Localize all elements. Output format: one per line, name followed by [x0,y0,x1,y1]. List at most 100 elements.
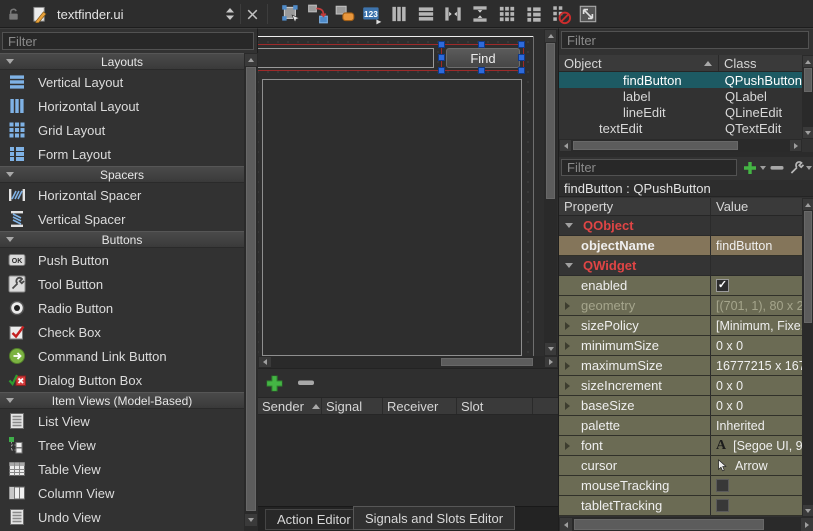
selection-handle[interactable] [478,41,485,48]
selection-handle[interactable] [518,54,525,61]
section-header-layouts[interactable]: Layouts [0,53,244,70]
property-value-cell[interactable]: [(701, 1), 80 x 24] [711,296,802,315]
widget-item-grid-layout[interactable]: Grid Layout [0,118,244,142]
scroll-down-button[interactable] [245,514,257,526]
scrollbar-thumb[interactable] [573,141,738,150]
property-row-objectname[interactable]: objectNamefindButton [559,236,802,256]
object-row-label[interactable]: labelQLabel [559,88,802,104]
edit-signals-slots-icon[interactable] [307,3,329,25]
property-value-cell[interactable]: Arrow [711,456,802,475]
widget-item-table-view[interactable]: Table View [0,457,244,481]
scrollbar-thumb[interactable] [804,211,812,323]
column-header-class[interactable]: Class [719,55,802,71]
column-header-slot[interactable]: Slot [457,398,533,414]
expand-icon[interactable] [565,362,570,370]
property-row-maximumsize[interactable]: maximumSize16777215 x 1677.. [559,356,802,376]
scrollbar-thumb[interactable] [246,67,256,511]
selection-handle[interactable] [478,67,485,74]
section-header-item-views-model-based[interactable]: Item Views (Model-Based) [0,392,244,409]
section-header-buttons[interactable]: Buttons [0,231,244,248]
property-filter-input[interactable] [561,159,737,176]
property-value-cell[interactable] [711,476,802,495]
scroll-up-button[interactable] [545,30,556,42]
property-value-cell[interactable]: Inherited [711,416,802,435]
layout-vertically-icon[interactable] [415,3,437,25]
property-editor-vscrollbar[interactable] [802,198,813,517]
property-value-cell[interactable]: 0 x 0 [711,376,802,395]
widget-item-vertical-layout[interactable]: Vertical Layout [0,70,244,94]
widget-item-horizontal-spacer[interactable]: Horizontal Spacer [0,183,244,207]
scrollbar-thumb[interactable] [546,43,555,199]
property-row-geometry[interactable]: geometry[(701, 1), 80 x 24] [559,296,802,316]
expand-icon[interactable] [565,442,570,450]
property-row-tablettracking[interactable]: tabletTracking [559,496,802,516]
property-row-cursor[interactable]: cursorArrow [559,456,802,476]
scroll-down-button[interactable] [545,343,556,355]
scrollbar-thumb[interactable] [441,358,533,366]
line-edit-widget[interactable] [258,48,434,68]
widget-item-dialog-button-box[interactable]: Dialog Button Box [0,368,244,392]
collapse-icon[interactable] [565,263,573,268]
property-row-minimumsize[interactable]: minimumSize0 x 0 [559,336,802,356]
selection-handle[interactable] [438,67,445,74]
widget-item-list-view[interactable]: List View [0,409,244,433]
property-row-mousetracking[interactable]: mouseTracking [559,476,802,496]
property-editor-hscrollbar[interactable] [559,517,813,531]
column-header-value[interactable]: Value [711,198,802,215]
checkbox-unchecked-icon[interactable] [716,479,729,492]
layout-vertical-splitter-icon[interactable] [469,3,491,25]
scroll-right-button[interactable] [545,357,557,367]
add-connection-button[interactable] [264,373,285,394]
object-inspector-header[interactable]: Object Class [559,55,802,72]
expand-icon[interactable] [565,342,570,350]
canvas-horizontal-scrollbar[interactable] [258,356,558,368]
widget-item-tree-view[interactable]: Tree View [0,433,244,457]
scroll-down-button[interactable] [803,127,813,138]
scroll-up-button[interactable] [803,56,813,67]
edit-tab-order-icon[interactable]: 123 [361,3,383,25]
document-switcher-icon[interactable] [224,6,236,22]
tab-signals-and-slots-editor[interactable]: Signals and Slots Editor [353,506,515,530]
close-document-icon[interactable] [245,7,260,22]
object-row-findButton[interactable]: findButtonQPushButton [559,72,802,88]
property-value-cell[interactable]: findButton [711,236,802,255]
widget-item-undo-view[interactable]: Undo View [0,505,244,529]
layout-horizontally-icon[interactable] [388,3,410,25]
collapse-icon[interactable] [565,223,573,228]
widget-item-horizontal-layout[interactable]: Horizontal Layout [0,94,244,118]
property-row-palette[interactable]: paletteInherited [559,416,802,436]
add-dynamic-property-button[interactable] [741,158,767,177]
selection-handle[interactable] [438,54,445,61]
property-value-cell[interactable]: 16777215 x 1677.. [711,356,802,375]
expand-icon[interactable] [565,302,570,310]
object-inspector-hscrollbar[interactable] [559,139,802,152]
column-header-signal[interactable]: Signal [322,398,383,414]
scroll-right-button[interactable] [790,140,801,151]
property-row-font[interactable]: fontA[Segoe UI, 9] [559,436,802,456]
property-row-sizepolicy[interactable]: sizePolicy[Minimum, Fixe.. [559,316,802,336]
property-value-cell[interactable]: 0 x 0 [711,336,802,355]
find-button-widget[interactable]: Find [446,48,520,68]
layout-grid-icon[interactable] [496,3,518,25]
property-value-cell[interactable]: 0 x 0 [711,396,802,415]
column-header-object[interactable]: Object [559,55,719,71]
property-row-basesize[interactable]: baseSize0 x 0 [559,396,802,416]
property-value-cell[interactable]: A[Segoe UI, 9] [711,436,802,455]
property-value-cell[interactable]: ✓ [711,276,802,295]
column-header-property[interactable]: Property [559,198,711,215]
widget-item-push-button[interactable]: OKPush Button [0,248,244,272]
widget-item-vertical-spacer[interactable]: Vertical Spacer [0,207,244,231]
column-header-receiver[interactable]: Receiver [383,398,457,414]
widget-box-scrollbar[interactable] [244,53,258,531]
form-canvas[interactable]: Find [258,29,558,356]
layout-horizontal-splitter-icon[interactable] [442,3,464,25]
object-inspector-vscrollbar[interactable] [802,55,813,139]
property-editor-header[interactable]: Property Value [559,198,802,216]
adjust-size-icon[interactable] [577,3,599,25]
scroll-left-button[interactable] [560,518,572,531]
canvas-vertical-scrollbar[interactable] [544,29,557,356]
layout-form-icon[interactable] [523,3,545,25]
section-header-spacers[interactable]: Spacers [0,166,244,183]
tab-action-editor[interactable]: Action Editor [265,509,363,530]
text-edit-widget[interactable] [262,79,522,356]
